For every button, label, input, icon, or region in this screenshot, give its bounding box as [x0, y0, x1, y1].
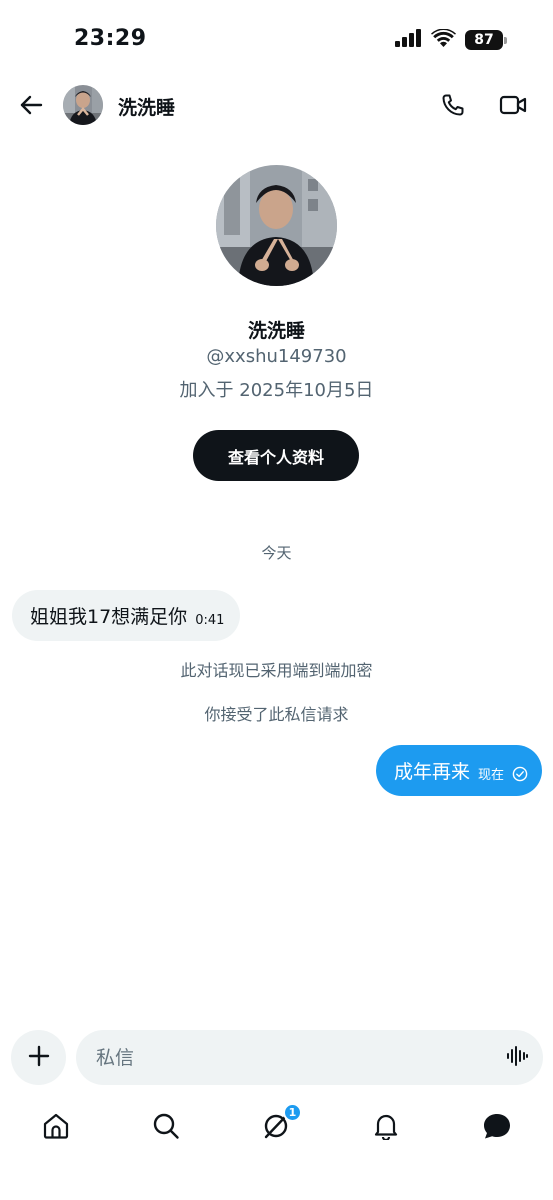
tab-messages[interactable] [477, 1108, 517, 1148]
profile-handle: @xxshu149730 [206, 346, 347, 367]
message-input[interactable] [96, 1044, 486, 1072]
outgoing-message-text: 成年再来 [393, 761, 470, 783]
back-button[interactable] [14, 90, 48, 124]
message-composer [76, 1030, 543, 1085]
tab-home[interactable] [36, 1108, 76, 1148]
status-bar: 23:29 87 [0, 0, 553, 80]
messages-icon [482, 1112, 512, 1144]
cellular-signal-icon [395, 29, 422, 51]
phone-icon [441, 93, 465, 121]
outgoing-message-bubble[interactable]: 成年再来 现在 [375, 745, 542, 796]
bottom-tab-bar: 1 [0, 1100, 553, 1154]
video-call-button[interactable] [496, 90, 530, 124]
system-message-encryption: 此对话现已采用端到端加密 [180, 661, 373, 680]
home-icon [42, 1112, 70, 1144]
profile-avatar[interactable] [216, 165, 337, 286]
add-attachment-button[interactable] [11, 1030, 66, 1085]
system-message-request-accepted: 你接受了此私信请求 [204, 705, 349, 724]
incoming-message-bubble[interactable]: 姐姐我17想满足你 0:41 [12, 590, 241, 641]
incoming-message-time: 0:41 [195, 613, 225, 628]
tab-notifications[interactable] [366, 1108, 406, 1148]
header-username[interactable]: 洗洗睡 [118, 93, 175, 120]
view-profile-button[interactable]: 查看个人资料 [193, 430, 359, 481]
voice-message-button[interactable] [503, 1044, 531, 1072]
conversation-header: 洗洗睡 [0, 80, 553, 132]
read-check-icon [512, 766, 528, 782]
status-icons: 87 [395, 28, 507, 52]
profile-join-date: 加入于 2025年10月5日 [179, 380, 374, 401]
bell-icon [372, 1112, 400, 1144]
wifi-icon [431, 28, 456, 51]
header-avatar[interactable] [63, 85, 103, 125]
date-divider: 今天 [261, 544, 292, 562]
call-button[interactable] [436, 90, 470, 124]
back-arrow-icon [19, 94, 43, 120]
tab-search[interactable] [146, 1108, 186, 1148]
profile-name: 洗洗睡 [247, 320, 305, 342]
plus-icon [28, 1045, 50, 1071]
status-time: 23:29 [74, 26, 147, 51]
notification-badge: 1 [283, 1103, 302, 1122]
outgoing-message-time: 现在 [477, 768, 504, 783]
voice-wave-icon [505, 1044, 529, 1072]
video-icon [499, 94, 527, 120]
dm-screen: 23:29 87 洗洗睡 洗洗睡 @xxshu149730 加入于 2025年1… [0, 0, 553, 1200]
search-icon [152, 1112, 180, 1144]
battery-icon: 87 [465, 30, 507, 50]
incoming-message-text: 姐姐我17想满足你 [30, 606, 188, 628]
